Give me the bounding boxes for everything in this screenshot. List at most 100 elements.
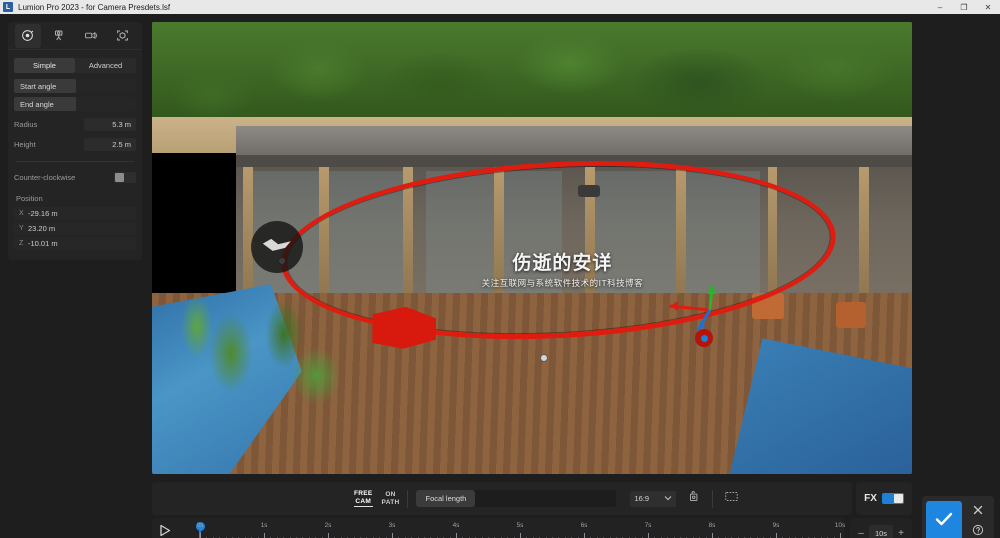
sidebar-item-orbit[interactable] [15, 24, 41, 48]
fx-label: FX [864, 493, 877, 504]
start-angle-row[interactable]: Start angle [14, 79, 136, 93]
timeline-tick-major [840, 533, 841, 538]
position-label: Position [16, 194, 136, 203]
end-angle-button[interactable]: End angle [14, 97, 76, 111]
timeline-tick-label: 4s [453, 522, 460, 529]
window-controls: – ❐ ✕ [928, 0, 1000, 14]
timeline-tick-major [520, 533, 521, 538]
lumion-app-window: L Lumion Pro 2023 - for Camera Presdets.… [0, 0, 1000, 538]
sidebar-divider [16, 161, 134, 162]
sidebar-item-object-focus[interactable] [109, 24, 135, 48]
close-icon [973, 505, 983, 518]
timeline-tick-label: 3s [389, 522, 396, 529]
timeline-tick-major [328, 533, 329, 538]
play-button[interactable] [152, 524, 178, 538]
minimize-button[interactable]: – [928, 0, 952, 14]
counter-clockwise-toggle[interactable] [114, 172, 136, 183]
photo-capture-icon [688, 490, 701, 508]
sidebar-item-tripod-camera[interactable] [46, 24, 72, 48]
timeline-tick-label: 8s [709, 522, 716, 529]
camera-frame-button[interactable] [721, 489, 741, 509]
focal-length-button[interactable]: Focal length [416, 490, 475, 507]
object-focus-icon [116, 29, 129, 42]
rendered-scene: 伤逝的安详 关注互联网与系统软件技术的IT科技博客 [152, 22, 912, 474]
duration-value[interactable]: 10s [869, 525, 893, 538]
counter-clockwise-row: Counter-clockwise [14, 170, 136, 184]
radius-input[interactable]: 5.3 m [84, 118, 136, 131]
height-label: Height [14, 140, 84, 149]
timeline-tick-label: 10s [835, 522, 845, 529]
timeline[interactable]: 0s1s2s3s4s5s6s7s8s9s10s [152, 518, 844, 538]
lumion-logo-icon: L [3, 2, 13, 12]
height-input[interactable]: 2.5 m [84, 138, 136, 151]
radius-label: Radius [14, 120, 84, 129]
path-node[interactable] [540, 354, 548, 362]
help-button[interactable] [966, 521, 990, 538]
position-y-input[interactable]: 23.20 m [28, 224, 55, 233]
title-bar: L Lumion Pro 2023 - for Camera Presdets.… [0, 0, 1000, 14]
position-y-row[interactable]: Y 23.20 m [14, 222, 136, 235]
timeline-tick-major [264, 533, 265, 538]
3d-viewport[interactable]: 伤逝的安详 关注互联网与系统软件技术的IT科技博客 [152, 22, 912, 474]
sidebar-tab-strip [8, 22, 142, 50]
timeline-tick-major [776, 533, 777, 538]
fx-panel: FX [856, 482, 912, 515]
position-x-input[interactable]: -29.16 m [28, 209, 58, 218]
end-angle-row[interactable]: End angle [14, 97, 136, 111]
tab-simple[interactable]: Simple [14, 58, 75, 73]
camera-mode-group: FREE CAM ON PATH [354, 490, 399, 507]
timeline-tick-label: 0s [197, 522, 204, 529]
chevron-down-icon [664, 494, 672, 503]
on-path-line2: PATH [382, 499, 400, 507]
confirm-side-buttons [966, 501, 990, 538]
close-button[interactable]: ✕ [976, 0, 1000, 14]
counter-clockwise-label: Counter-clockwise [14, 173, 114, 182]
mode-segment-control: Simple Advanced [14, 58, 136, 73]
timeline-tick-major [648, 533, 649, 538]
window-title: Lumion Pro 2023 - for Camera Presdets.ls… [18, 3, 170, 12]
free-cam-button[interactable]: FREE CAM [354, 490, 373, 507]
duration-increase-button[interactable]: + [896, 528, 906, 538]
timeline-tick-label: 9s [773, 522, 780, 529]
position-z-input[interactable]: -10.01 m [28, 239, 58, 248]
on-path-button[interactable]: ON PATH [382, 491, 400, 506]
duration-stepper: – 10s + [850, 518, 912, 538]
building-roof [236, 126, 912, 158]
restore-button[interactable]: ❐ [952, 0, 976, 14]
toolbar-divider [712, 490, 713, 508]
free-cam-line1: FREE [354, 490, 373, 498]
timeline-tick-major [712, 533, 713, 538]
height-row: Height 2.5 m [14, 137, 136, 151]
timeline-tick-label: 7s [645, 522, 652, 529]
confirm-button[interactable] [926, 501, 962, 538]
start-angle-button[interactable]: Start angle [14, 79, 76, 93]
photo-capture-button[interactable] [684, 489, 704, 509]
timeline-ruler[interactable]: 0s1s2s3s4s5s6s7s8s9s10s [178, 518, 836, 538]
tripod-camera-icon [53, 29, 66, 42]
sidebar-item-video-camera[interactable] [78, 24, 104, 48]
timber-post [859, 167, 869, 303]
lounge-chair [836, 302, 866, 328]
duration-decrease-button[interactable]: – [856, 528, 866, 538]
on-path-line1: ON [382, 491, 400, 499]
position-x-row[interactable]: X -29.16 m [14, 207, 136, 220]
camera-frame-icon [724, 490, 739, 508]
radius-row: Radius 5.3 m [14, 117, 136, 131]
timeline-tick-major [200, 533, 201, 538]
tab-advanced[interactable]: Advanced [75, 58, 136, 73]
orbit-target-icon [21, 29, 34, 42]
help-icon [972, 524, 984, 538]
fx-toggle[interactable] [882, 493, 904, 504]
timeline-tick-major [392, 533, 393, 538]
timeline-tick-major [584, 533, 585, 538]
position-z-axis-label: Z [19, 240, 28, 247]
camera-settings-sidebar: Simple Advanced Start angle End angle Ra… [8, 22, 142, 260]
timeline-tick-label: 5s [517, 522, 524, 529]
aspect-ratio-select[interactable]: 16:9 [630, 491, 676, 507]
cancel-button[interactable] [966, 501, 990, 521]
check-icon [934, 511, 954, 532]
timeline-tick-label: 1s [261, 522, 268, 529]
focal-length-control[interactable]: Focal length [416, 490, 616, 507]
position-x-axis-label: X [19, 210, 28, 217]
position-z-row[interactable]: Z -10.01 m [14, 237, 136, 250]
